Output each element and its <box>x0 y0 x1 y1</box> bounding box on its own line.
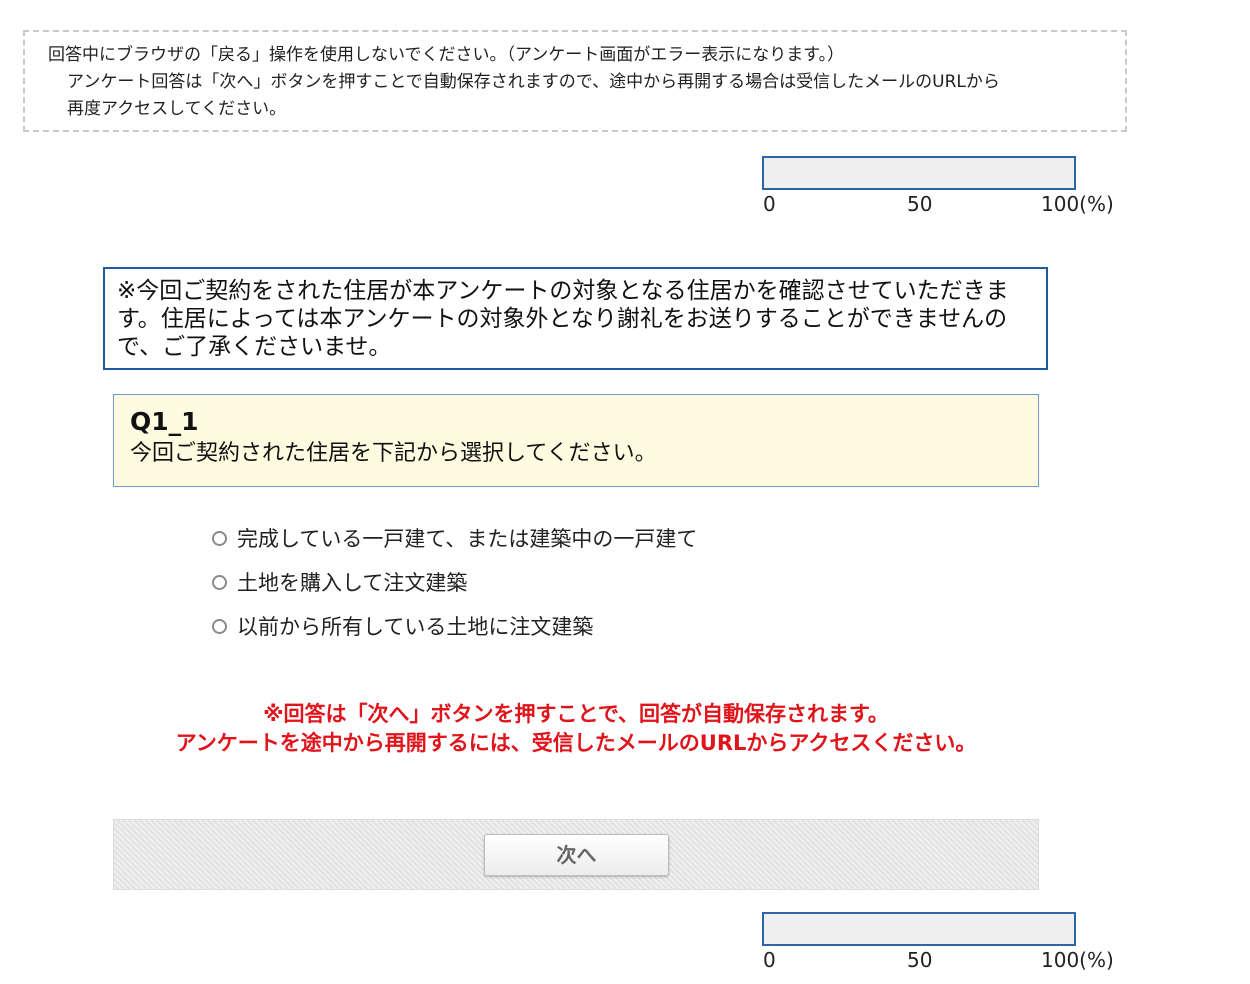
progress-bar <box>762 156 1076 190</box>
option-label: 完成している一戸建て、または建築中の一戸建て <box>237 527 698 551</box>
progress-label-100: 100(%) <box>1041 192 1114 216</box>
warning-line-2: アンケートを途中から再開するには、受信したメールのURLからアクセスください。 <box>175 731 977 755</box>
progress-label-0: 0 <box>763 192 776 216</box>
notice-line-3: 再度アクセスしてください。 <box>67 99 287 119</box>
option-own-land-custom-build[interactable]: 以前から所有している土地に注文建築 <box>212 604 697 648</box>
notice-line-1: 回答中にブラウザの「戻る」操作を使用しないでください。（アンケート画面がエラー表… <box>48 45 845 65</box>
next-button[interactable]: 次へ <box>484 834 669 876</box>
progress-label-50: 50 <box>907 192 933 216</box>
question-header: Q1_1 今回ご契約された住居を下記から選択してください。 <box>113 394 1039 487</box>
progress-label-50: 50 <box>907 948 933 972</box>
option-label: 土地を購入して注文建築 <box>237 571 468 595</box>
progress-label-100: 100(%) <box>1041 948 1114 972</box>
notice-box: 回答中にブラウザの「戻る」操作を使用しないでください。（アンケート画面がエラー表… <box>23 30 1127 132</box>
question-id: Q1_1 <box>130 407 199 436</box>
progress-bar <box>762 912 1076 946</box>
notice-line-2: アンケート回答は「次へ」ボタンを押すことで自動保存されますので、途中から再開する… <box>67 72 1000 92</box>
radio-button[interactable] <box>212 530 227 546</box>
answer-options: 完成している一戸建て、または建築中の一戸建て 土地を購入して注文建築 以前から所… <box>212 516 697 648</box>
option-detached-house[interactable]: 完成している一戸建て、または建築中の一戸建て <box>212 516 697 560</box>
option-label: 以前から所有している土地に注文建築 <box>237 615 594 639</box>
warning-line-1: ※回答は「次へ」ボタンを押すことで、回答が自動保存されます。 <box>263 702 889 726</box>
progress-label-0: 0 <box>763 948 776 972</box>
progress-indicator-top: 0 50 100(%) <box>762 156 1122 216</box>
autosave-warning: ※回答は「次へ」ボタンを押すことで、回答が自動保存されます。 アンケートを途中か… <box>113 700 1039 758</box>
radio-button[interactable] <box>212 618 227 634</box>
question-text: 今回ご契約された住居を下記から選択してください。 <box>130 441 657 466</box>
progress-indicator-bottom: 0 50 100(%) <box>762 912 1122 972</box>
option-buy-land-custom-build[interactable]: 土地を購入して注文建築 <box>212 560 697 604</box>
navigation-area: 次へ <box>113 819 1039 890</box>
radio-button[interactable] <box>212 574 227 590</box>
eligibility-info-box: ※今回ご契約をされた住居が本アンケートの対象となる住居かを確認させていただきます… <box>103 267 1048 370</box>
eligibility-info-text: ※今回ご契約をされた住居が本アンケートの対象となる住居かを確認させていただきます… <box>117 278 1009 360</box>
